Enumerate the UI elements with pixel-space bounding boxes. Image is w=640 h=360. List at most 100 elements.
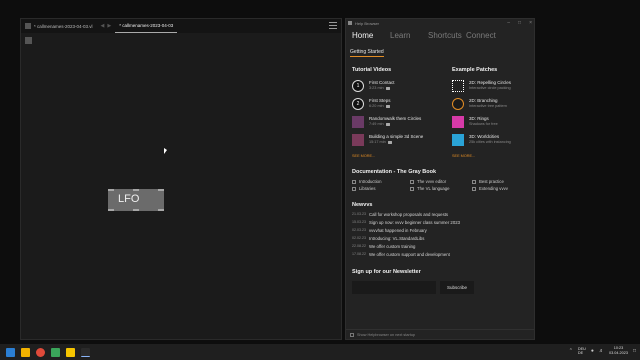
maximize-icon[interactable]: □ — [518, 20, 521, 26]
nav-shortcuts[interactable]: Shortcuts — [428, 31, 466, 40]
file-explorer-icon[interactable] — [21, 347, 30, 357]
video-title: Building a simple 3d Scene — [369, 134, 424, 139]
close-icon[interactable]: × — [529, 20, 532, 26]
example-patch-item[interactable]: 2D: Repelling Circles Interactive circle… — [452, 80, 511, 92]
patches-see-more-link[interactable]: SEE MORE... — [452, 154, 475, 158]
book-link-libraries[interactable]: Libraries — [352, 186, 375, 191]
vvvv-taskbar-icon[interactable] — [81, 347, 90, 357]
help-nav: Home Learn Shortcuts Connect — [346, 27, 534, 41]
volume-icon[interactable]: ♬ — [599, 348, 604, 354]
patch-thumbnail — [452, 134, 464, 146]
patch-title: 3D: Rings — [469, 116, 489, 121]
help-window-title: Help Browser — [355, 20, 380, 26]
news-item[interactable]: 17.08.22 We offer custom support and deve… — [352, 252, 450, 257]
node-label: LFO — [118, 193, 140, 205]
windows-start-icon[interactable] — [6, 347, 15, 357]
example-patch-item[interactable]: 2D: Branching Interactive tree pattern — [452, 98, 507, 110]
notification-icon[interactable]: □ — [633, 348, 636, 354]
help-footer: Show Helpbrowser on next startup — [346, 329, 534, 339]
hamburger-menu-icon[interactable] — [329, 22, 337, 29]
nav-connect[interactable]: Connect — [466, 31, 504, 40]
chrome-icon[interactable] — [36, 347, 45, 357]
editor-tab-label: * callmenames-2023-04-03.vl — [34, 23, 93, 29]
patch-subtitle: Shadows for free — [469, 122, 498, 126]
news-item[interactable]: 22.08.22 We offer custom training — [352, 244, 415, 249]
minimize-icon[interactable]: – — [507, 20, 510, 26]
book-link-best-practice[interactable]: Best practice — [472, 179, 504, 184]
tutorial-video-item[interactable]: Randomwalk them Circles 7:49 min — [352, 116, 421, 128]
book-link-vl-language[interactable]: The VL language — [410, 186, 450, 191]
nav-arrows: ◀ ▶ — [97, 23, 116, 29]
nav-learn[interactable]: Learn — [390, 31, 428, 40]
patch-title: 2D: Branching — [469, 98, 498, 103]
show-on-startup-checkbox[interactable] — [350, 332, 354, 337]
video-thumbnail — [352, 116, 364, 128]
tab-getting-started[interactable]: Getting Started — [350, 49, 384, 57]
book-link-introduction[interactable]: Introduction — [352, 179, 381, 184]
patch-thumbnail — [452, 80, 464, 92]
input-pin[interactable] — [108, 189, 114, 191]
news-item[interactable]: 02.02.23 Introducing: VL.StandardLibs — [352, 236, 424, 241]
book-icon — [472, 179, 476, 184]
output-pin[interactable] — [158, 209, 164, 211]
editor-tab-active[interactable]: * callmenames-2023-04-03 — [115, 19, 178, 33]
patch-title: 2D: Repelling Circles — [469, 80, 512, 85]
mouse-cursor-icon — [164, 148, 167, 154]
editor-tab-label: * callmenames-2023-04-03 — [119, 23, 174, 28]
sub-nav: Getting Started — [346, 41, 534, 57]
video-title: First Steps — [369, 98, 391, 103]
patch-subtitle: Interactive tree pattern — [469, 104, 507, 108]
tutorial-video-item[interactable]: Building a simple 3d Scene 15:17 min — [352, 134, 423, 146]
app-icon[interactable] — [51, 347, 60, 357]
language-indicator[interactable]: DEU DE — [578, 347, 586, 355]
patch-thumbnail — [452, 116, 464, 128]
tutorial-video-item[interactable]: 1 First Contact 3:23 min — [352, 80, 395, 92]
clock[interactable]: 10:23 03.04.2023 — [609, 346, 628, 356]
subscribe-button[interactable]: Subscribe — [440, 281, 474, 294]
help-browser-window: Help Browser – □ × Home Learn Shortcuts … — [345, 18, 535, 340]
newsletter-email-input[interactable] — [352, 281, 436, 294]
news-item[interactable]: 15.03.23 Sign up now: vvvv beginner class… — [352, 220, 460, 225]
input-pin[interactable] — [158, 189, 164, 191]
output-pin[interactable] — [133, 209, 139, 211]
output-pin[interactable] — [108, 209, 114, 211]
patch-editor-window[interactable]: * callmenames-2023-04-03.vl ◀ ▶ * callme… — [20, 18, 342, 340]
notes-icon[interactable] — [66, 347, 75, 357]
system-tray: ⌃ DEU DE ● ♬ 10:23 03.04.2023 □ — [569, 346, 636, 356]
video-title: First Contact — [369, 80, 395, 85]
video-duration: 6:20 min — [369, 104, 391, 108]
editor-tab-bar: * callmenames-2023-04-03.vl ◀ ▶ * callme… — [21, 19, 341, 33]
desktop: * callmenames-2023-04-03.vl ◀ ▶ * callme… — [0, 0, 640, 344]
document-icon — [25, 23, 31, 29]
newsletter-heading: Sign up for our Newsletter — [352, 269, 421, 275]
forward-arrow-icon[interactable]: ▶ — [107, 23, 111, 29]
book-icon — [352, 179, 356, 184]
tutorial-video-item[interactable]: 2 First Steps 6:20 min — [352, 98, 391, 110]
tutorials-see-more-link[interactable]: SEE MORE... — [352, 154, 375, 158]
back-arrow-icon[interactable]: ◀ — [101, 23, 105, 29]
video-thumbnail: 1 — [352, 80, 364, 92]
patch-root-icon[interactable] — [25, 37, 32, 44]
lfo-node[interactable]: LFO — [108, 189, 164, 211]
video-camera-icon — [385, 122, 390, 126]
editor-tab[interactable]: * callmenames-2023-04-03.vl — [21, 19, 97, 33]
example-patch-item[interactable]: 3D: Rings Shadows for free — [452, 116, 498, 128]
nav-home[interactable]: Home — [352, 31, 390, 40]
book-icon — [352, 186, 356, 191]
input-pin[interactable] — [133, 189, 139, 191]
vvvv-logo-icon — [348, 21, 352, 25]
book-link-editor[interactable]: The vvvv editor — [410, 179, 446, 184]
patch-canvas[interactable]: LFO — [21, 33, 341, 339]
news-item[interactable]: 21.03.23 Call for workshop proposals and … — [352, 212, 448, 217]
news-item[interactable]: 02.03.23 vvvvhat happened in February — [352, 228, 427, 233]
video-camera-icon — [385, 104, 390, 108]
video-duration: 3:23 min — [369, 86, 395, 90]
chevron-up-icon[interactable]: ⌃ — [569, 348, 573, 354]
taskbar: ⌃ DEU DE ● ♬ 10:23 03.04.2023 □ — [0, 344, 640, 360]
book-icon — [410, 186, 414, 191]
patch-thumbnail — [452, 98, 464, 110]
network-icon[interactable]: ● — [591, 348, 594, 354]
book-link-extending[interactable]: Extending vvvv — [472, 186, 508, 191]
tutorial-videos-heading: Tutorial Videos — [352, 67, 392, 73]
example-patch-item[interactable]: 3D: Worldcities 25k cities with instanci… — [452, 134, 511, 146]
